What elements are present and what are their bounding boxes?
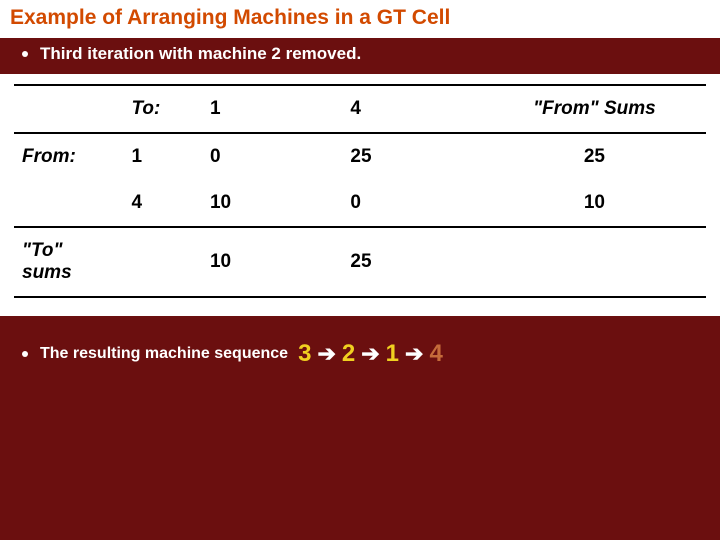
machine-sequence: 3 ➔ 2 ➔ 1 ➔ 4 xyxy=(298,340,443,368)
bullet-iteration-text: Third iteration with machine 2 removed. xyxy=(40,44,361,64)
to-sum-1: 25 xyxy=(342,227,482,297)
col-header-0: 1 xyxy=(202,85,342,133)
to-label: To: xyxy=(123,85,201,133)
cell-0-1: 25 xyxy=(342,133,482,180)
table-row: 4 10 0 10 xyxy=(14,180,706,227)
slide: Example of Arranging Machines in a GT Ce… xyxy=(0,0,720,540)
bullet-iteration: Third iteration with machine 2 removed. xyxy=(0,38,720,74)
result-sequence-row: The resulting machine sequence 3 ➔ 2 ➔ 1… xyxy=(0,316,720,376)
cell-1-1: 0 xyxy=(342,180,482,227)
bullet-icon xyxy=(22,51,28,57)
from-to-table-container: To: 1 4 "From" Sums From: 1 0 25 25 4 10… xyxy=(0,74,720,316)
col-header-1: 4 xyxy=(342,85,482,133)
table-to-sums-row: "To" sums 10 25 xyxy=(14,227,706,297)
result-label: The resulting machine sequence xyxy=(40,345,288,363)
row-header-1: 4 xyxy=(123,180,201,227)
seq-item-3: 4 xyxy=(429,340,442,368)
from-to-table: To: 1 4 "From" Sums From: 1 0 25 25 4 10… xyxy=(14,84,706,298)
table-row: From: 1 0 25 25 xyxy=(14,133,706,180)
table-header-row: To: 1 4 "From" Sums xyxy=(14,85,706,133)
from-sum-0: 25 xyxy=(483,133,706,180)
seq-item-2: 1 xyxy=(386,340,399,368)
slide-title: Example of Arranging Machines in a GT Ce… xyxy=(0,0,720,38)
cell-0-0: 0 xyxy=(202,133,342,180)
arrow-right-icon: ➔ xyxy=(361,341,379,367)
arrow-right-icon: ➔ xyxy=(405,341,423,367)
cell-1-0: 10 xyxy=(202,180,342,227)
seq-item-0: 3 xyxy=(298,340,311,368)
seq-item-1: 2 xyxy=(342,340,355,368)
from-sums-label: "From" Sums xyxy=(483,85,706,133)
to-sums-label: "To" sums xyxy=(14,227,123,297)
to-sum-0: 10 xyxy=(202,227,342,297)
row-header-0: 1 xyxy=(123,133,201,180)
bullet-icon xyxy=(22,351,28,357)
from-label: From: xyxy=(14,133,123,180)
arrow-right-icon: ➔ xyxy=(317,341,335,367)
from-sum-1: 10 xyxy=(483,180,706,227)
